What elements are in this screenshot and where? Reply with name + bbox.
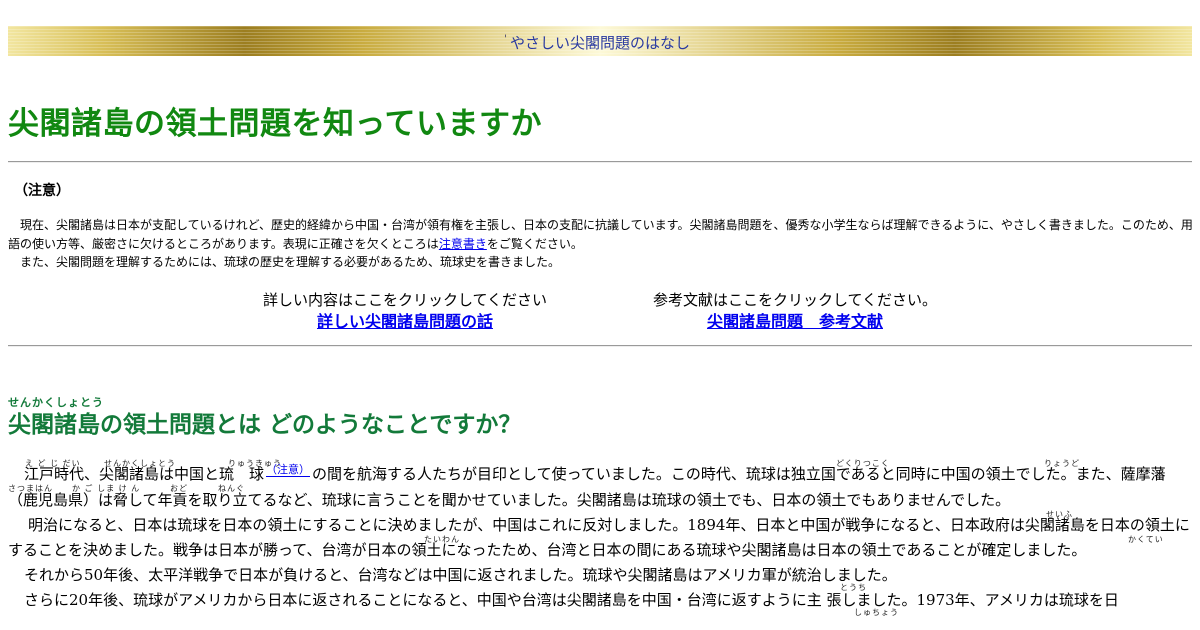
notice-paragraph-2: また、尖閣問題を理解するためには、琉球の歴史を理解する必要があるため、琉球史を書…: [20, 255, 561, 269]
notice-heading: （注意）: [14, 183, 70, 199]
paragraph-text: 江戸時代、尖閣諸島は中国と琉 球: [24, 465, 265, 483]
ryukyu-note-link[interactable]: （注意）: [266, 463, 311, 477]
reference-link[interactable]: 尖閣諸島問題 参考文献: [707, 312, 883, 331]
page: { "banner": { "dot": "'", "link": "やさしい尖…: [0, 0, 1200, 630]
detail-label: 詳しい内容はここをクリックしてください: [262, 291, 548, 309]
notice-link[interactable]: 注意書き: [439, 237, 487, 251]
section-title: 尖閣諸島の領土問題とは どのようなことですか？: [8, 412, 522, 438]
paragraph-reversion: さらに20年後、琉球がアメリカから日本に返されることになると、中国や台湾は尖閣諸…: [24, 591, 1119, 609]
notice-text: 現在、尖閣諸島は日本が支配しているけれど、歴史的経緯から中国・台湾が領有権を主張…: [8, 218, 1193, 251]
paragraph-edo-period: 江戸時代、尖閣諸島は中国と琉 球（注意） の間を航海する人たちが目印として使ってい…: [8, 462, 1194, 513]
divider: [8, 161, 1192, 163]
paragraph-meiji: 明治になると、日本は琉球を日本の領土にすることに決めましたが、中国はこれに反対し…: [8, 516, 1190, 559]
detail-link[interactable]: 詳しい尖閣諸島問題の話: [317, 312, 493, 331]
detail-link-column: 詳しい内容はここをクリックしてください 詳しい尖閣諸島問題の話: [230, 290, 580, 334]
notice-block: 現在、尖閣諸島は日本が支配しているけれど、歴史的経緯から中国・台湾が領有権を主張…: [8, 216, 1194, 272]
reference-label: 参考文献はここをクリックしてください。: [652, 291, 938, 309]
reference-link-column: 参考文献はここをクリックしてください。 尖閣諸島問題 参考文献: [620, 290, 970, 334]
page-title: 尖閣諸島の領土問題を知っていますか: [8, 106, 542, 142]
notice-paragraph: 現在、尖閣諸島は日本が支配しているけれど、歴史的経緯から中国・台湾が領有権を主張…: [8, 216, 1194, 253]
notice-text-after: をご覧ください。: [486, 236, 583, 251]
divider: [8, 345, 1192, 347]
paragraph-postwar: それから50年後、太平洋戦争で日本が負けると、台湾などは中国に返されました。琉球…: [24, 566, 897, 584]
article-body: 江戸時代、尖閣諸島は中国と琉 球（注意） の間を航海する人たちが目印として使ってい…: [8, 462, 1194, 613]
banner-title-link[interactable]: やさしい尖閣問題のはなし: [8, 32, 1192, 53]
header-banner: ' やさしい尖閣問題のはなし: [8, 26, 1192, 56]
